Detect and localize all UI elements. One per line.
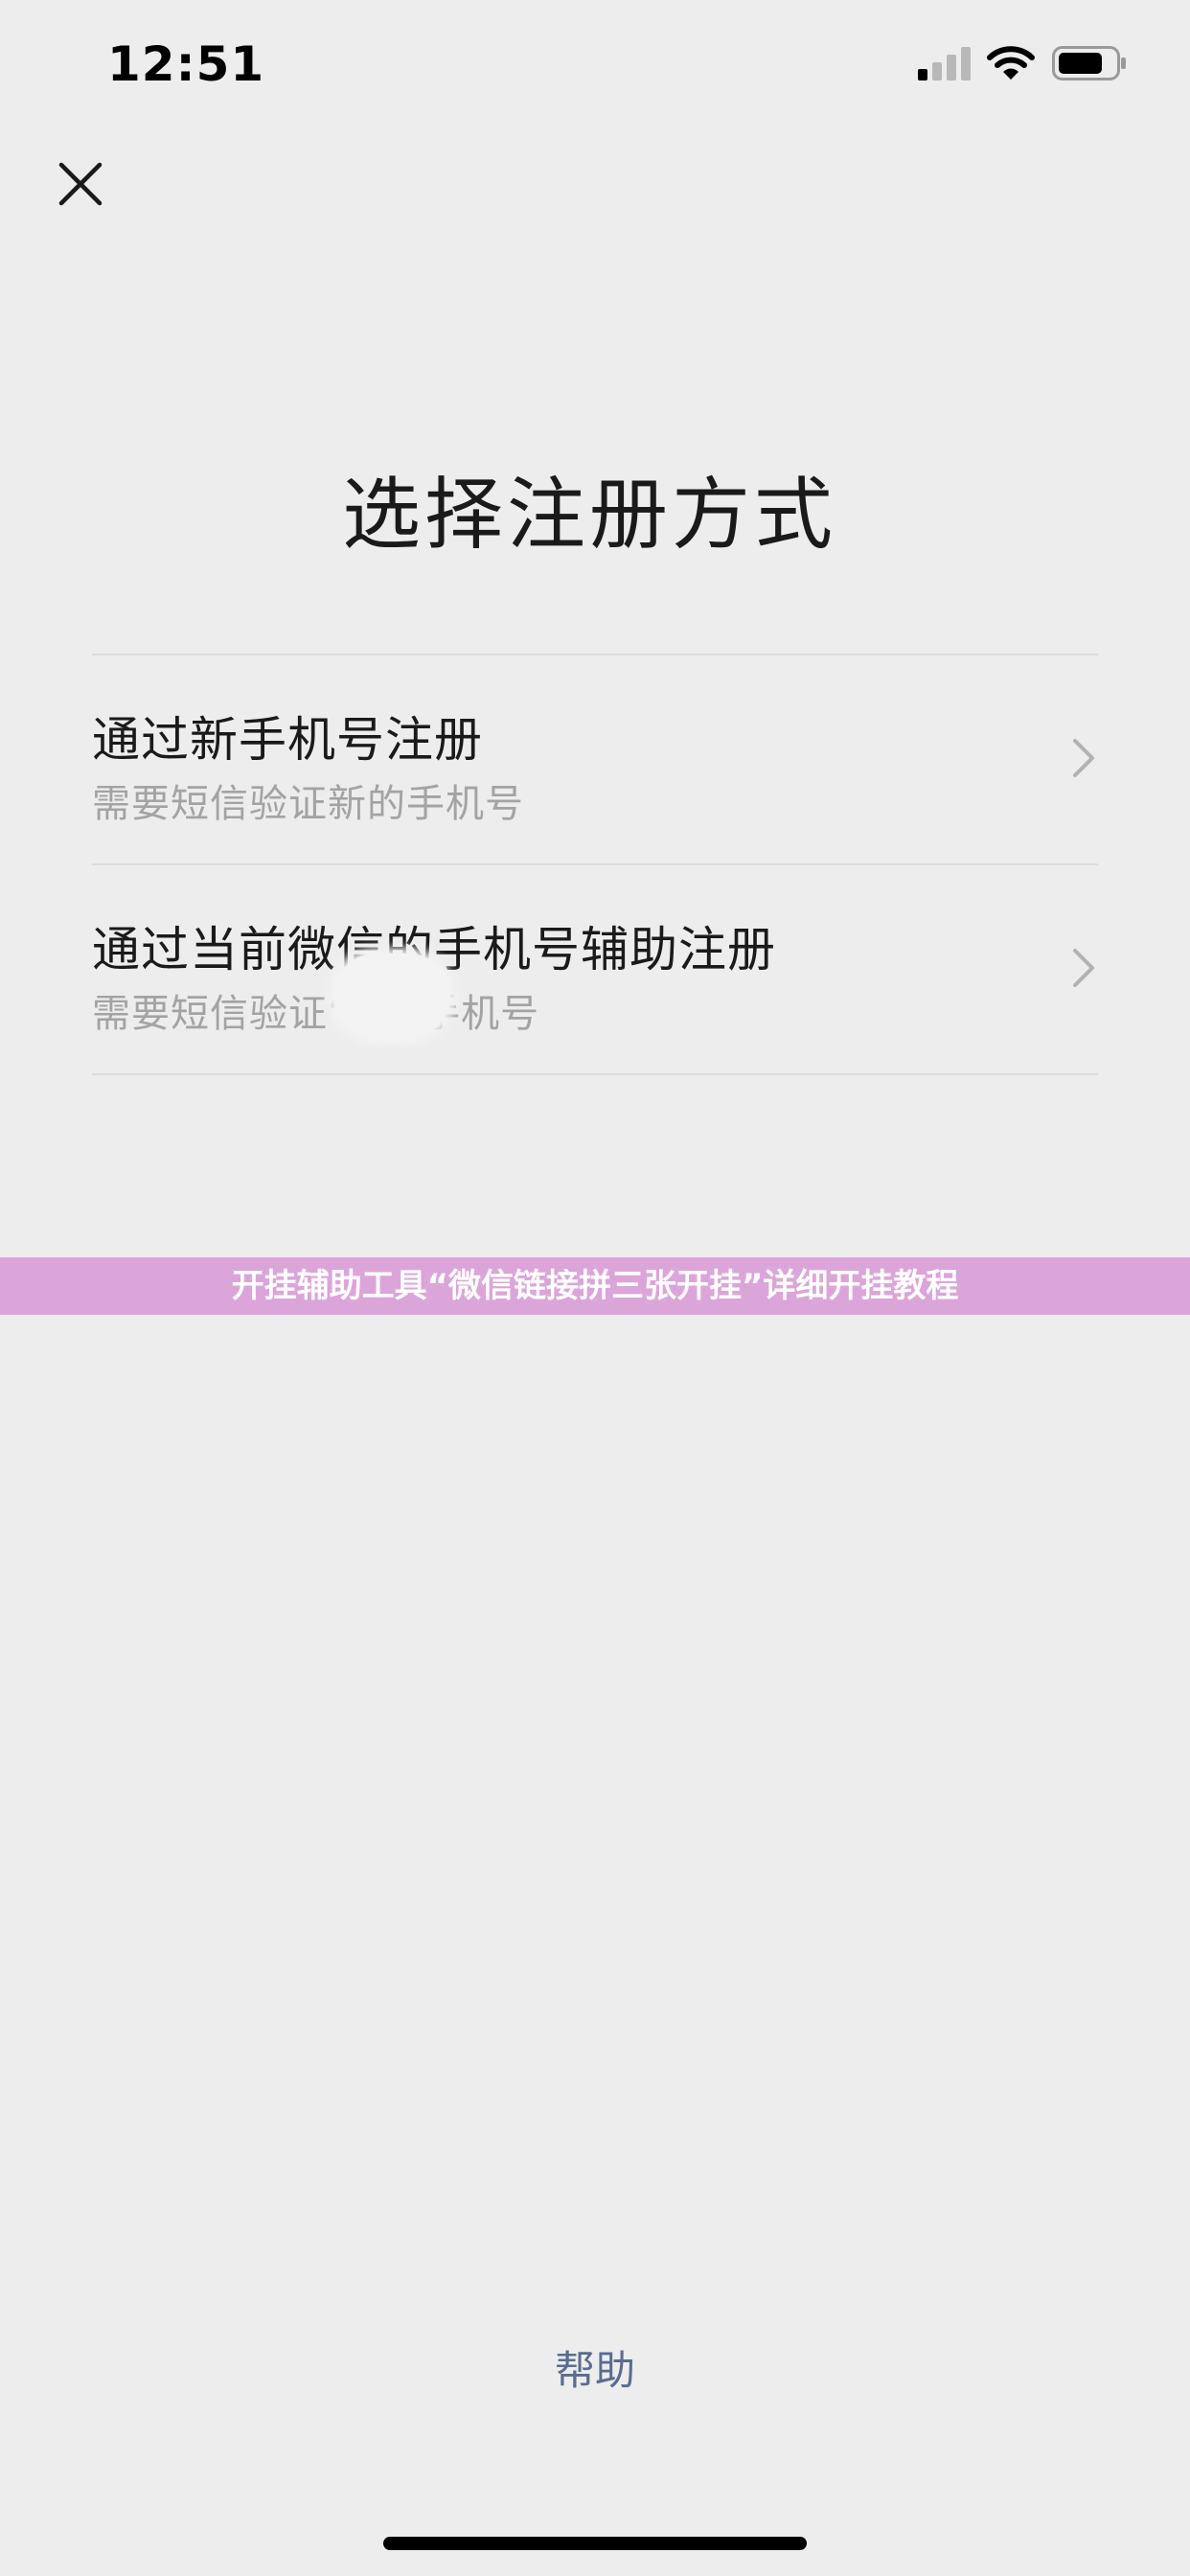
- option-subtitle: 需要短信验证“ ”的手机号: [92, 992, 540, 1036]
- chevron-right-icon: [1073, 949, 1094, 987]
- option-title: 通过新手机号注册: [92, 712, 483, 768]
- home-indicator[interactable]: [383, 2537, 807, 2550]
- status-bar: 12:51: [0, 0, 1190, 134]
- redacted-phone-mask: [333, 954, 450, 1038]
- overlay-banner: 开挂辅助工具“微信链接拼三张开挂”详细开挂教程: [0, 1257, 1190, 1315]
- status-time: 12:51: [107, 36, 265, 92]
- option-current-wechat-phone[interactable]: 通过当前微信的手机号辅助注册 需要短信验证“ ”的手机号: [92, 863, 1098, 1075]
- page-title: 选择注册方式: [341, 470, 836, 561]
- battery-icon: [1052, 46, 1126, 80]
- signal-icon: [918, 46, 972, 80]
- close-icon[interactable]: [50, 153, 111, 215]
- option-new-phone[interactable]: 通过新手机号注册 需要短信验证新的手机号: [92, 654, 1098, 863]
- registration-options: 通过新手机号注册 需要短信验证新的手机号 通过当前微信的手机号辅助注册 需要短信…: [92, 654, 1098, 1075]
- help-link[interactable]: 帮助: [0, 2338, 1190, 2397]
- wifi-icon: [987, 46, 1035, 80]
- option-subtitle: 需要短信验证新的手机号: [92, 782, 524, 826]
- chevron-right-icon: [1073, 739, 1094, 777]
